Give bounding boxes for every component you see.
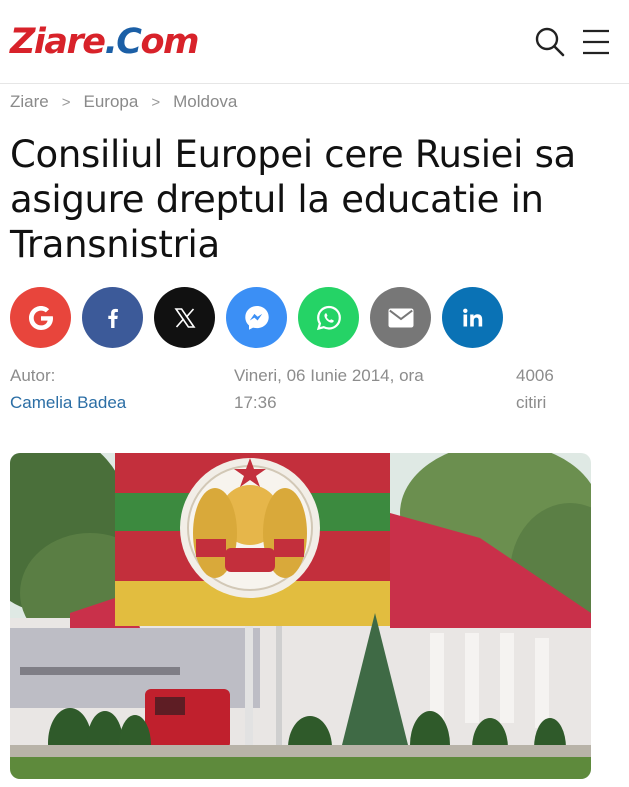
article-title: Consiliul Europei cere Rusiei sa asigure… xyxy=(10,133,576,266)
messenger-icon xyxy=(244,305,269,330)
share-buttons xyxy=(0,287,629,348)
share-google-button[interactable] xyxy=(10,287,71,348)
author-block: Autor: Camelia Badea xyxy=(10,362,234,416)
reads-count: 4006 xyxy=(516,366,554,385)
share-messenger-button[interactable] xyxy=(226,287,287,348)
header-icons xyxy=(535,27,611,57)
author-link[interactable]: Camelia Badea xyxy=(10,389,234,416)
share-facebook-button[interactable] xyxy=(82,287,143,348)
date-block: Vineri, 06 Iunie 2014, ora 17:36 xyxy=(234,362,516,416)
breadcrumb: Ziare > Europa > Moldova xyxy=(0,84,629,114)
time-line: 17:36 xyxy=(234,393,277,412)
search-icon[interactable] xyxy=(535,27,565,57)
share-x-button[interactable] xyxy=(154,287,215,348)
hamburger-menu-icon[interactable] xyxy=(581,27,611,57)
site-logo[interactable]: Ziare .C om xyxy=(10,22,199,62)
whatsapp-icon xyxy=(316,305,341,330)
breadcrumb-separator: > xyxy=(61,93,71,111)
email-icon xyxy=(388,308,413,327)
site-header: Ziare .C om xyxy=(0,0,629,84)
facebook-icon xyxy=(107,308,118,328)
breadcrumb-separator: > xyxy=(151,93,161,111)
share-email-button[interactable] xyxy=(370,287,431,348)
x-icon xyxy=(173,307,196,328)
breadcrumb-item-moldova[interactable]: Moldova xyxy=(173,92,237,112)
breadcrumb-item-ziare[interactable]: Ziare xyxy=(10,92,49,112)
breadcrumb-item-europa[interactable]: Europa xyxy=(84,92,139,112)
reads-block: 4006 citiri xyxy=(516,362,596,416)
share-linkedin-button[interactable] xyxy=(442,287,503,348)
author-label: Autor: xyxy=(10,366,56,385)
google-icon xyxy=(28,305,53,330)
article-photo[interactable] xyxy=(10,453,591,779)
article-meta: Autor: Camelia Badea Vineri, 06 Iunie 20… xyxy=(0,362,629,416)
linkedin-icon xyxy=(462,308,482,326)
date-line: Vineri, 06 Iunie 2014, ora xyxy=(234,366,424,385)
share-whatsapp-button[interactable] xyxy=(298,287,359,348)
reads-label: citiri xyxy=(516,393,547,412)
